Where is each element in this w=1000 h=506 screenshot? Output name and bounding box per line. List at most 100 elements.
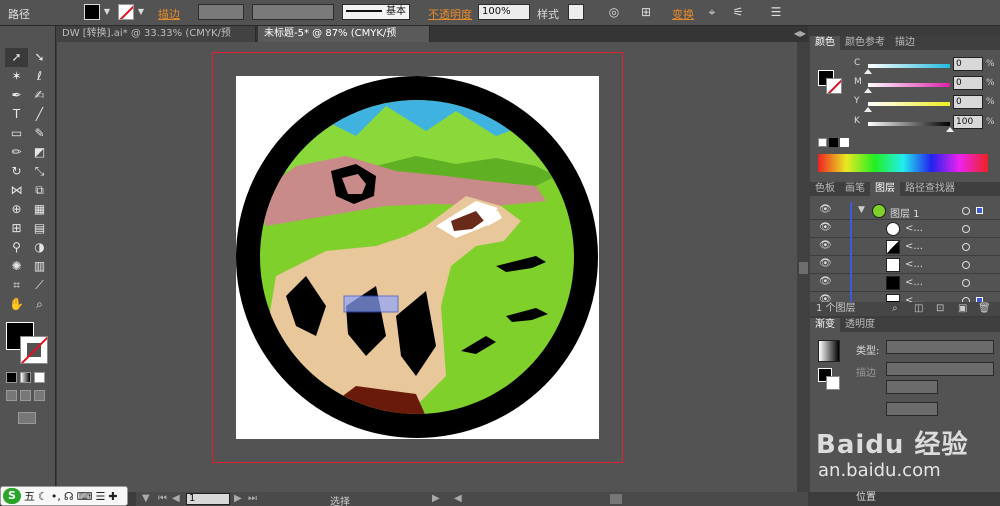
gradient-preview[interactable]: [818, 340, 840, 362]
hscroll-left-icon[interactable]: ◀: [454, 493, 462, 504]
gradient-ratio-field[interactable]: [886, 402, 938, 416]
arrange-icon[interactable]: ⚟: [730, 4, 746, 20]
symbol-sprayer-tool-icon[interactable]: ✺: [5, 257, 28, 276]
screen-mode-icon[interactable]: [18, 412, 36, 424]
recolor-icon[interactable]: ◎: [606, 4, 622, 20]
tab-stroke[interactable]: 描边: [890, 36, 920, 50]
sogou-logo-icon[interactable]: S: [3, 488, 21, 504]
zoom-dropdown-icon[interactable]: ▼: [142, 493, 150, 504]
width-tool-icon[interactable]: ⋈: [5, 181, 28, 200]
black-value[interactable]: 100: [953, 115, 983, 129]
eye-icon[interactable]: 👁: [819, 258, 832, 269]
cyan-value[interactable]: 0: [953, 57, 983, 71]
eye-icon[interactable]: 👁: [819, 276, 832, 287]
tab-gradient[interactable]: 渐变: [810, 318, 840, 332]
white-swatch[interactable]: [840, 138, 849, 147]
lasso-tool-icon[interactable]: ℓ: [28, 67, 51, 86]
layer-row[interactable]: 👁 ▼ 图层 1: [810, 202, 1000, 220]
zoom-tool-icon[interactable]: ⌕: [28, 295, 51, 314]
clipping-mask-icon[interactable]: ◫: [914, 302, 923, 316]
status-menu-icon[interactable]: ▶: [432, 493, 440, 504]
collapse-icon[interactable]: ◀▶: [794, 26, 806, 42]
black-swatch[interactable]: [829, 138, 838, 147]
gradient-mode-icon[interactable]: [20, 372, 31, 383]
tab-color-guide[interactable]: 颜色参考: [840, 36, 890, 50]
variable-width-field[interactable]: [252, 4, 334, 20]
perspective-tool-icon[interactable]: ▦: [28, 200, 51, 219]
rotate-tool-icon[interactable]: ↻: [5, 162, 28, 181]
blend-tool-icon[interactable]: ◑: [28, 238, 51, 257]
gradient-stroke-field[interactable]: [886, 362, 994, 376]
tab-pathfinder[interactable]: 路径查找器: [900, 182, 960, 196]
punctuation-icon[interactable]: •,: [51, 490, 61, 503]
settings-icon[interactable]: ✚: [108, 490, 117, 503]
ferret-illustration[interactable]: [236, 76, 599, 439]
sublayer-row[interactable]: 👁 <...: [810, 238, 1000, 256]
sublayer-row[interactable]: 👁 <...: [810, 220, 1000, 238]
stroke-dropdown-icon[interactable]: ▼: [135, 4, 147, 20]
stroke-swatch[interactable]: [118, 4, 134, 20]
moon-icon[interactable]: ☾: [38, 490, 48, 503]
draw-normal-icon[interactable]: [6, 390, 17, 401]
eye-icon[interactable]: 👁: [819, 240, 832, 251]
hand-tool-icon[interactable]: ✋: [5, 295, 28, 314]
opacity-input[interactable]: 100%: [478, 4, 530, 20]
magenta-value[interactable]: 0: [953, 76, 983, 90]
color-mode-icon[interactable]: [6, 372, 17, 383]
rectangle-tool-icon[interactable]: ▭: [5, 124, 28, 143]
first-artboard-icon[interactable]: ⏮: [158, 493, 167, 504]
gradient-tool-icon[interactable]: ▤: [28, 219, 51, 238]
cyan-slider[interactable]: C 0%: [810, 56, 1000, 74]
style-swatch[interactable]: [568, 4, 584, 20]
color-spectrum[interactable]: [818, 154, 988, 172]
tab-brushes[interactable]: 画笔: [840, 182, 870, 196]
eraser-tool-icon[interactable]: ◩: [28, 143, 51, 162]
tab-swatches[interactable]: 色板: [810, 182, 840, 196]
selection-tool-icon[interactable]: ➚: [5, 48, 28, 67]
tab-document-2[interactable]: 未标题-5* @ 87% (CMYK/预览)×: [258, 26, 430, 55]
shape-builder-tool-icon[interactable]: ⊕: [5, 200, 28, 219]
ime-mode-label[interactable]: 五: [24, 488, 35, 504]
transform-label[interactable]: 变换: [672, 6, 694, 22]
gradient-stroke-swatch[interactable]: [826, 376, 840, 390]
keyboard-icon[interactable]: ⌨: [77, 490, 93, 503]
tab-document-1[interactable]: DW [转换].ai* @ 33.33% (CMYK/预览)×: [56, 26, 256, 55]
mesh-tool-icon[interactable]: ⊞: [5, 219, 28, 238]
fill-swatch[interactable]: [84, 4, 100, 20]
artboard[interactable]: [236, 76, 599, 439]
menu-icon[interactable]: ☰: [96, 490, 106, 503]
magic-wand-tool-icon[interactable]: ✶: [5, 67, 28, 86]
expand-icon[interactable]: ▼: [858, 205, 865, 215]
tab-layers[interactable]: 图层: [870, 182, 900, 196]
new-layer-icon[interactable]: ▣: [958, 302, 967, 316]
draw-inside-icon[interactable]: [34, 390, 45, 401]
eyedropper-tool-icon[interactable]: ⚲: [5, 238, 28, 257]
slice-tool-icon[interactable]: ⟋: [28, 276, 51, 295]
next-artboard-icon[interactable]: ▶: [234, 493, 242, 504]
align-icon[interactable]: ⊞: [638, 4, 654, 20]
pencil-tool-icon[interactable]: ✏: [5, 143, 28, 162]
tab-transparency[interactable]: 透明度: [840, 318, 880, 332]
none-swatch[interactable]: [818, 138, 827, 147]
locate-object-icon[interactable]: ⌕: [892, 302, 898, 316]
scale-tool-icon[interactable]: ⤡: [28, 162, 51, 181]
gradient-type-select[interactable]: [886, 340, 994, 354]
menu-icon[interactable]: ☰: [768, 4, 784, 20]
stroke-style-select[interactable]: 基本: [342, 4, 410, 20]
paintbrush-tool-icon[interactable]: ✎: [28, 124, 51, 143]
opacity-label[interactable]: 不透明度: [428, 6, 472, 22]
yellow-slider[interactable]: Y 0%: [810, 94, 1000, 112]
curvature-tool-icon[interactable]: ✍: [28, 86, 51, 105]
voice-icon[interactable]: ☊: [64, 490, 74, 503]
line-tool-icon[interactable]: ╱: [28, 105, 51, 124]
black-slider[interactable]: K 100%: [810, 114, 1000, 132]
fill-dropdown-icon[interactable]: ▼: [101, 4, 113, 20]
artboard-number-field[interactable]: 1: [186, 493, 230, 505]
type-tool-icon[interactable]: T: [5, 105, 28, 124]
horizontal-scroll-thumb[interactable]: [610, 494, 622, 504]
vertical-scrollbar[interactable]: [797, 42, 810, 492]
stroke-weight-field[interactable]: [198, 4, 244, 20]
tab-color[interactable]: 颜色: [810, 36, 840, 50]
prev-artboard-icon[interactable]: ◀: [172, 493, 180, 504]
delete-layer-icon[interactable]: 🗑: [978, 302, 991, 316]
